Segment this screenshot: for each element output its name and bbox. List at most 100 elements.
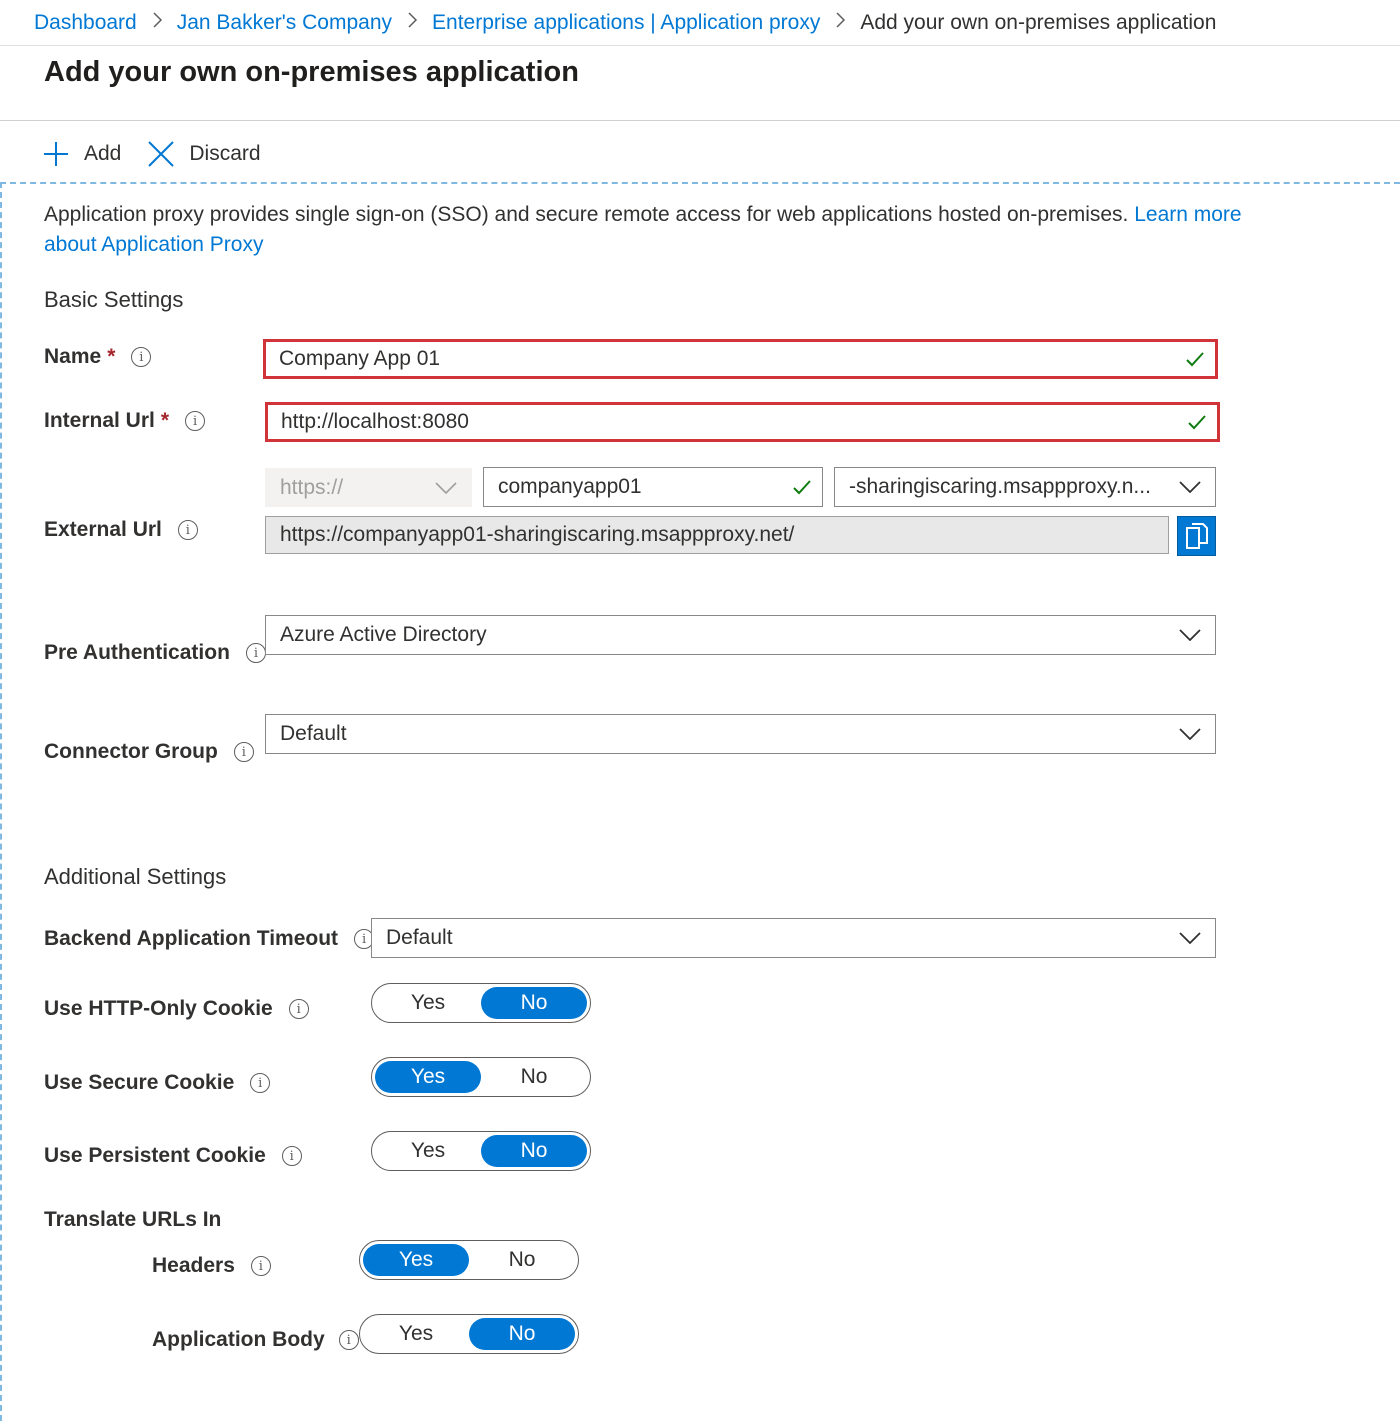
internal-url-label: Internal Url * i bbox=[44, 409, 206, 433]
toggle-no-option[interactable]: No bbox=[469, 1244, 575, 1276]
required-marker: * bbox=[160, 409, 170, 432]
connector-group-label-text: Connector Group bbox=[44, 740, 218, 763]
http-only-cookie-toggle[interactable]: Yes No bbox=[371, 983, 591, 1023]
application-body-label: Application Body i bbox=[152, 1328, 359, 1352]
chevron-down-icon bbox=[1179, 932, 1201, 944]
chevron-down-icon bbox=[1179, 481, 1201, 493]
name-label-text: Name bbox=[44, 345, 102, 368]
name-field-value: Company App 01 bbox=[279, 347, 441, 370]
info-icon[interactable]: i bbox=[338, 1330, 359, 1350]
toggle-no-option[interactable]: No bbox=[469, 1318, 575, 1350]
breadcrumb-company[interactable]: Jan Bakker's Company bbox=[177, 11, 392, 35]
info-icon[interactable]: i bbox=[177, 520, 198, 540]
name-field[interactable]: Company App 01 bbox=[263, 339, 1218, 379]
basic-settings-heading: Basic Settings bbox=[44, 287, 184, 312]
copy-icon bbox=[1185, 523, 1208, 549]
subdomain-field[interactable]: companyapp01 bbox=[483, 467, 823, 507]
connector-group-value: Default bbox=[280, 722, 347, 745]
page-title: Add your own on-premises application bbox=[44, 56, 579, 88]
application-body-label-text: Application Body bbox=[152, 1328, 325, 1351]
backend-timeout-label: Backend Application Timeout i bbox=[44, 927, 375, 951]
toggle-no-option[interactable]: No bbox=[481, 1135, 587, 1167]
backend-timeout-label-text: Backend Application Timeout bbox=[44, 927, 339, 950]
required-marker: * bbox=[107, 345, 116, 368]
secure-cookie-label: Use Secure Cookie i bbox=[44, 1071, 271, 1095]
headers-label-text: Headers bbox=[152, 1254, 235, 1277]
internal-url-label-text: Internal Url bbox=[44, 409, 155, 432]
name-label: Name * i bbox=[44, 345, 152, 369]
info-icon[interactable]: i bbox=[131, 347, 152, 367]
add-button-label: Add bbox=[84, 142, 122, 165]
info-icon[interactable]: i bbox=[233, 742, 254, 762]
protocol-dropdown: https:// bbox=[265, 468, 472, 507]
discard-button[interactable]: Discard bbox=[147, 140, 261, 168]
domain-value: -sharingiscaring.msappproxy.n... bbox=[849, 475, 1151, 498]
domain-dropdown[interactable]: -sharingiscaring.msappproxy.n... bbox=[834, 467, 1216, 507]
breadcrumb-enterprise-apps[interactable]: Enterprise applications | Application pr… bbox=[432, 11, 820, 35]
headers-label: Headers i bbox=[152, 1254, 271, 1278]
protocol-value: https:// bbox=[280, 475, 344, 499]
info-icon[interactable]: i bbox=[281, 1146, 302, 1166]
toggle-no-option[interactable]: No bbox=[481, 1061, 587, 1093]
chevron-down-icon bbox=[435, 481, 457, 494]
toggle-no-option[interactable]: No bbox=[481, 987, 587, 1019]
pre-authentication-label: Pre Authentication i bbox=[44, 641, 266, 665]
title-divider bbox=[0, 120, 1400, 121]
internal-url-field-value: http://localhost:8080 bbox=[281, 410, 469, 433]
secure-cookie-label-text: Use Secure Cookie bbox=[44, 1071, 235, 1094]
toggle-yes-option[interactable]: Yes bbox=[375, 987, 481, 1019]
persistent-cookie-toggle[interactable]: Yes No bbox=[371, 1131, 591, 1171]
breadcrumb-dashboard[interactable]: Dashboard bbox=[34, 11, 137, 35]
toggle-yes-option[interactable]: Yes bbox=[363, 1318, 469, 1350]
command-bar: Add Discard bbox=[42, 136, 287, 172]
checkmark-icon bbox=[1186, 352, 1204, 367]
chevron-right-icon bbox=[406, 12, 418, 33]
toggle-yes-option[interactable]: Yes bbox=[375, 1135, 481, 1167]
copy-button[interactable] bbox=[1177, 516, 1216, 556]
info-icon[interactable]: i bbox=[245, 643, 266, 663]
persistent-cookie-label-text: Use Persistent Cookie bbox=[44, 1144, 266, 1167]
translate-body-toggle[interactable]: Yes No bbox=[359, 1314, 579, 1354]
external-url-label-text: External Url bbox=[44, 518, 162, 541]
persistent-cookie-label: Use Persistent Cookie i bbox=[44, 1144, 302, 1168]
chevron-right-icon bbox=[834, 12, 846, 33]
http-only-cookie-label-text: Use HTTP-Only Cookie bbox=[44, 997, 273, 1020]
external-url-readonly-field[interactable]: https://companyapp01-sharingiscaring.msa… bbox=[265, 516, 1169, 554]
external-url-label: External Url i bbox=[44, 518, 198, 542]
internal-url-field[interactable]: http://localhost:8080 bbox=[265, 402, 1220, 442]
close-icon bbox=[148, 141, 175, 167]
info-icon[interactable]: i bbox=[185, 411, 206, 431]
pre-authentication-dropdown[interactable]: Azure Active Directory bbox=[265, 615, 1216, 655]
checkmark-icon bbox=[1188, 415, 1206, 430]
translate-headers-toggle[interactable]: Yes No bbox=[359, 1240, 579, 1280]
add-button[interactable]: Add bbox=[42, 140, 121, 168]
translate-urls-heading: Translate URLs In bbox=[44, 1208, 221, 1232]
checkmark-icon bbox=[793, 480, 811, 495]
additional-settings-heading: Additional Settings bbox=[44, 864, 227, 889]
intro-description: Application proxy provides single sign-o… bbox=[44, 203, 1129, 226]
backend-timeout-dropdown[interactable]: Default bbox=[371, 918, 1216, 958]
translate-urls-heading-text: Translate URLs In bbox=[44, 1208, 222, 1231]
subdomain-value: companyapp01 bbox=[498, 475, 642, 498]
connector-group-label: Connector Group i bbox=[44, 740, 254, 764]
chevron-down-icon bbox=[1179, 728, 1201, 740]
info-icon[interactable]: i bbox=[288, 999, 309, 1019]
breadcrumb: Dashboard Jan Bakker's Company Enterpris… bbox=[0, 0, 1400, 46]
connector-group-dropdown[interactable]: Default bbox=[265, 714, 1216, 754]
discard-button-label: Discard bbox=[189, 142, 261, 165]
chevron-right-icon bbox=[151, 12, 163, 33]
backend-timeout-value: Default bbox=[386, 926, 453, 949]
chevron-down-icon bbox=[1179, 629, 1201, 641]
external-url-full-value: https://companyapp01-sharingiscaring.msa… bbox=[280, 523, 795, 546]
toggle-yes-option[interactable]: Yes bbox=[375, 1061, 481, 1093]
breadcrumb-current: Add your own on-premises application bbox=[860, 10, 1217, 34]
info-icon[interactable]: i bbox=[250, 1256, 271, 1276]
pre-authentication-value: Azure Active Directory bbox=[280, 623, 487, 646]
pre-authentication-label-text: Pre Authentication bbox=[44, 641, 230, 664]
http-only-cookie-label: Use HTTP-Only Cookie i bbox=[44, 997, 309, 1021]
toggle-yes-option[interactable]: Yes bbox=[363, 1244, 469, 1276]
plus-icon bbox=[44, 142, 68, 166]
intro-text: Application proxy provides single sign-o… bbox=[44, 200, 1244, 260]
secure-cookie-toggle[interactable]: Yes No bbox=[371, 1057, 591, 1097]
info-icon[interactable]: i bbox=[250, 1073, 271, 1093]
